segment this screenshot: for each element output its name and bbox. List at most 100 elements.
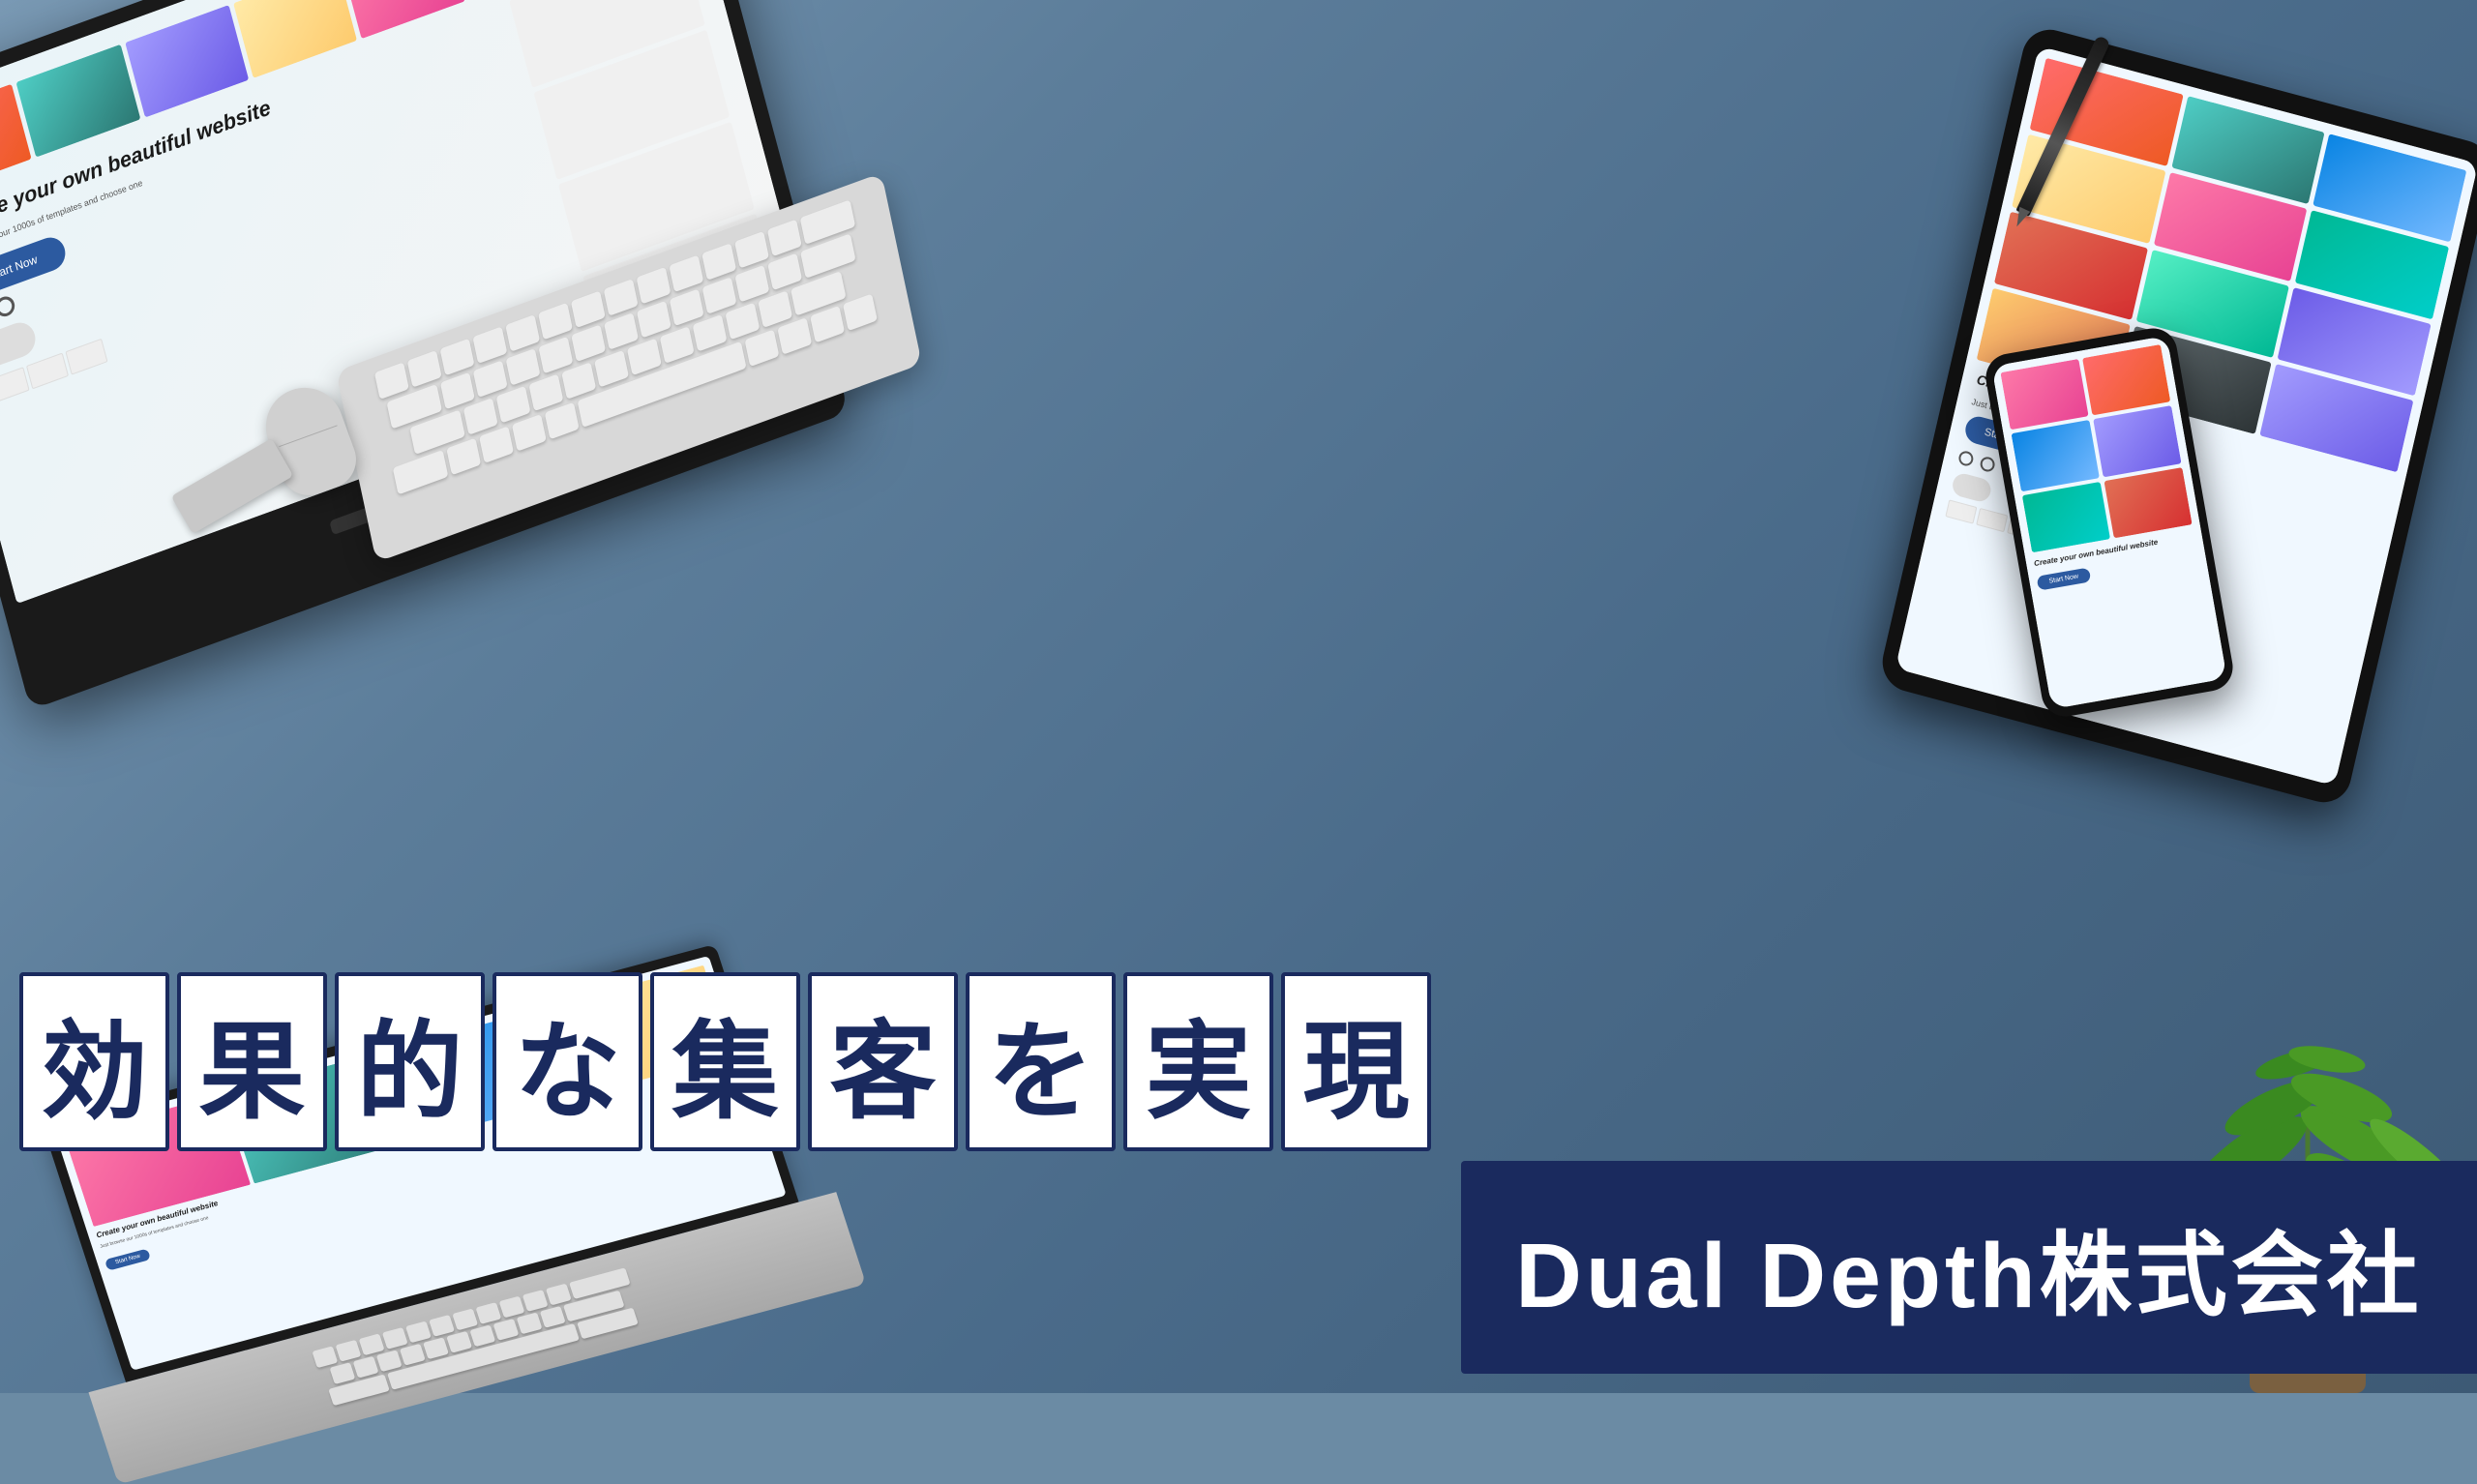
phone-cta-button[interactable]: Start Now: [2037, 568, 2092, 591]
laptop-key: [312, 1346, 338, 1368]
char-box-6: を: [966, 972, 1116, 1151]
char-0: 効: [42, 985, 148, 1140]
kb-key: [544, 402, 579, 440]
mockup-item-2: [26, 352, 69, 389]
kb-key: [373, 363, 408, 401]
kb-key: [702, 277, 737, 314]
kb-key: [637, 301, 671, 339]
kb-key: [725, 303, 760, 341]
kb-key: [406, 350, 441, 388]
cloud-icon-tablet: [1951, 471, 1993, 504]
phone-gallery-3: [2012, 420, 2100, 491]
laptop-key: [335, 1340, 361, 1362]
char-box-0: 効: [19, 972, 169, 1151]
laptop-key: [376, 1350, 403, 1372]
kb-key: [506, 348, 541, 386]
headline-characters: 効 果 的 な 集 客 を 実 現: [19, 972, 1431, 1151]
kb-key: [734, 231, 769, 269]
phone-gallery-4: [2093, 405, 2181, 477]
kb-key: [636, 267, 671, 305]
char-7: 実: [1146, 985, 1252, 1140]
kb-key: [767, 253, 802, 291]
company-banner: Dual Depth株式会社: [1461, 1161, 2477, 1374]
kb-key: [571, 324, 606, 362]
kb-key: [842, 294, 877, 332]
kb-key: [670, 289, 704, 327]
char-2: 的: [357, 985, 463, 1140]
kb-key: [603, 279, 638, 316]
laptop-key: [492, 1318, 519, 1340]
kb-key: [777, 317, 812, 355]
mockup-t-1: [1945, 499, 1977, 523]
mockup-item-1: [0, 367, 30, 403]
mockup-t-2: [1976, 508, 2008, 532]
char-5: 客: [830, 985, 937, 1140]
kb-key: [766, 220, 801, 257]
phone-gallery-5: [2022, 482, 2110, 553]
laptop-key: [498, 1295, 524, 1318]
laptop-key: [329, 1362, 355, 1384]
laptop-key: [381, 1327, 407, 1350]
laptop-key: [469, 1324, 495, 1347]
char-box-5: 客: [808, 972, 958, 1151]
phone-gallery: [2000, 344, 2192, 552]
headline-section: 効 果 的 な 集 客 を 実 現: [0, 972, 2477, 1151]
kb-key: [511, 414, 546, 452]
laptop-key: [452, 1308, 478, 1330]
kb-key: [479, 427, 514, 464]
kb-key: [693, 314, 728, 352]
phone-gallery-1: [2000, 359, 2088, 430]
laptop-key: [404, 1321, 431, 1343]
kb-key: [734, 265, 769, 303]
mockup-item-3: [65, 338, 107, 374]
kb-key: [473, 360, 508, 398]
kb-key: [561, 362, 596, 400]
kb-key: [744, 330, 779, 368]
kb-key: [810, 306, 845, 343]
laptop-cta-button[interactable]: Start Now: [104, 1248, 151, 1270]
kb-key: [446, 438, 481, 476]
gear-icon-tablet-2: [1979, 455, 1996, 473]
kb-key: [669, 255, 703, 293]
kb-key: [528, 374, 563, 412]
laptop-key: [522, 1290, 548, 1312]
kb-key: [505, 314, 540, 352]
laptop-key: [358, 1333, 384, 1355]
phone-gallery-6: [2104, 467, 2192, 539]
char-box-8: 現: [1281, 972, 1431, 1151]
char-8: 現: [1303, 985, 1410, 1140]
laptop-key: [400, 1343, 426, 1365]
kb-key: [463, 398, 498, 435]
kb-key: [440, 372, 475, 410]
kb-key: [538, 337, 573, 374]
kb-key: [472, 327, 507, 365]
laptop-key: [545, 1283, 571, 1305]
kb-key: [538, 303, 573, 341]
laptop-key: [475, 1302, 501, 1324]
phone-gallery-2: [2082, 344, 2170, 416]
char-4: 集: [672, 985, 779, 1140]
char-box-4: 集: [650, 972, 800, 1151]
laptop-key: [353, 1355, 379, 1378]
mouse-button-divider: [279, 425, 337, 447]
company-name: Dual Depth株式会社: [1515, 1202, 2422, 1334]
gear-icon-2: [0, 293, 16, 318]
kb-key: [660, 326, 695, 364]
char-3: な: [515, 985, 621, 1140]
kb-key: [701, 243, 736, 281]
kb-key: [604, 312, 639, 350]
gear-icon-tablet-1: [1957, 449, 1975, 467]
laptop-key: [540, 1306, 566, 1328]
char-box-7: 実: [1123, 972, 1273, 1151]
char-6: を: [988, 985, 1094, 1140]
char-1: 果: [199, 985, 306, 1140]
laptop-key: [429, 1315, 455, 1337]
laptop-key: [446, 1330, 472, 1352]
char-box-2: 的: [335, 972, 485, 1151]
kb-key: [627, 339, 662, 376]
laptop-key: [423, 1337, 449, 1359]
kb-key: [496, 386, 531, 424]
kb-key: [439, 339, 474, 376]
char-box-3: な: [492, 972, 642, 1151]
kb-key: [594, 350, 629, 388]
